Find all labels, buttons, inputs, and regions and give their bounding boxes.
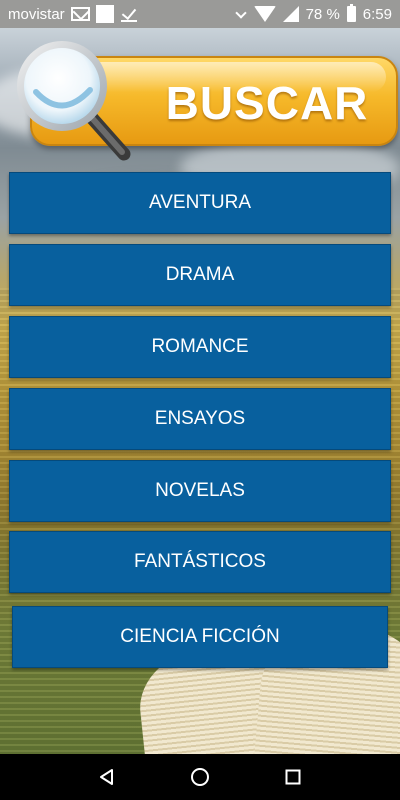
category-button-ensayos[interactable]: ENSAYOS xyxy=(9,388,391,450)
recents-button[interactable] xyxy=(273,757,313,797)
status-bar: movistar 78 % 6:59 xyxy=(0,0,400,28)
category-button-fantasticos[interactable]: FANTÁSTICOS xyxy=(9,531,391,593)
vibrate-icon xyxy=(237,7,247,21)
magnifier-icon xyxy=(17,41,131,161)
recents-icon xyxy=(285,769,301,785)
search-label: BUSCAR xyxy=(165,77,369,129)
signal-icon xyxy=(282,6,299,22)
battery-icon xyxy=(346,4,356,22)
home-icon xyxy=(190,768,209,786)
clock: 6:59 xyxy=(362,5,392,23)
wifi-icon xyxy=(253,6,276,22)
navigation-bar xyxy=(0,754,400,800)
category-button-aventura[interactable]: AVENTURA xyxy=(9,172,391,234)
search-button[interactable]: BUSCAR xyxy=(10,34,398,164)
mail-icon xyxy=(70,7,90,21)
category-button-drama[interactable]: DRAMA xyxy=(9,244,391,306)
category-button-novelas[interactable]: NOVELAS xyxy=(9,460,391,522)
category-button-ciencia-ficcion[interactable]: CIENCIA FICCIÓN xyxy=(12,606,388,668)
battery-percent: 78 % xyxy=(305,5,340,23)
back-button[interactable] xyxy=(87,757,127,797)
back-icon xyxy=(99,769,113,785)
home-button[interactable] xyxy=(180,757,220,797)
square-icon xyxy=(95,5,114,23)
carrier-name: movistar xyxy=(8,5,65,23)
download-check-icon xyxy=(120,5,138,23)
category-button-romance[interactable]: ROMANCE xyxy=(9,316,391,378)
